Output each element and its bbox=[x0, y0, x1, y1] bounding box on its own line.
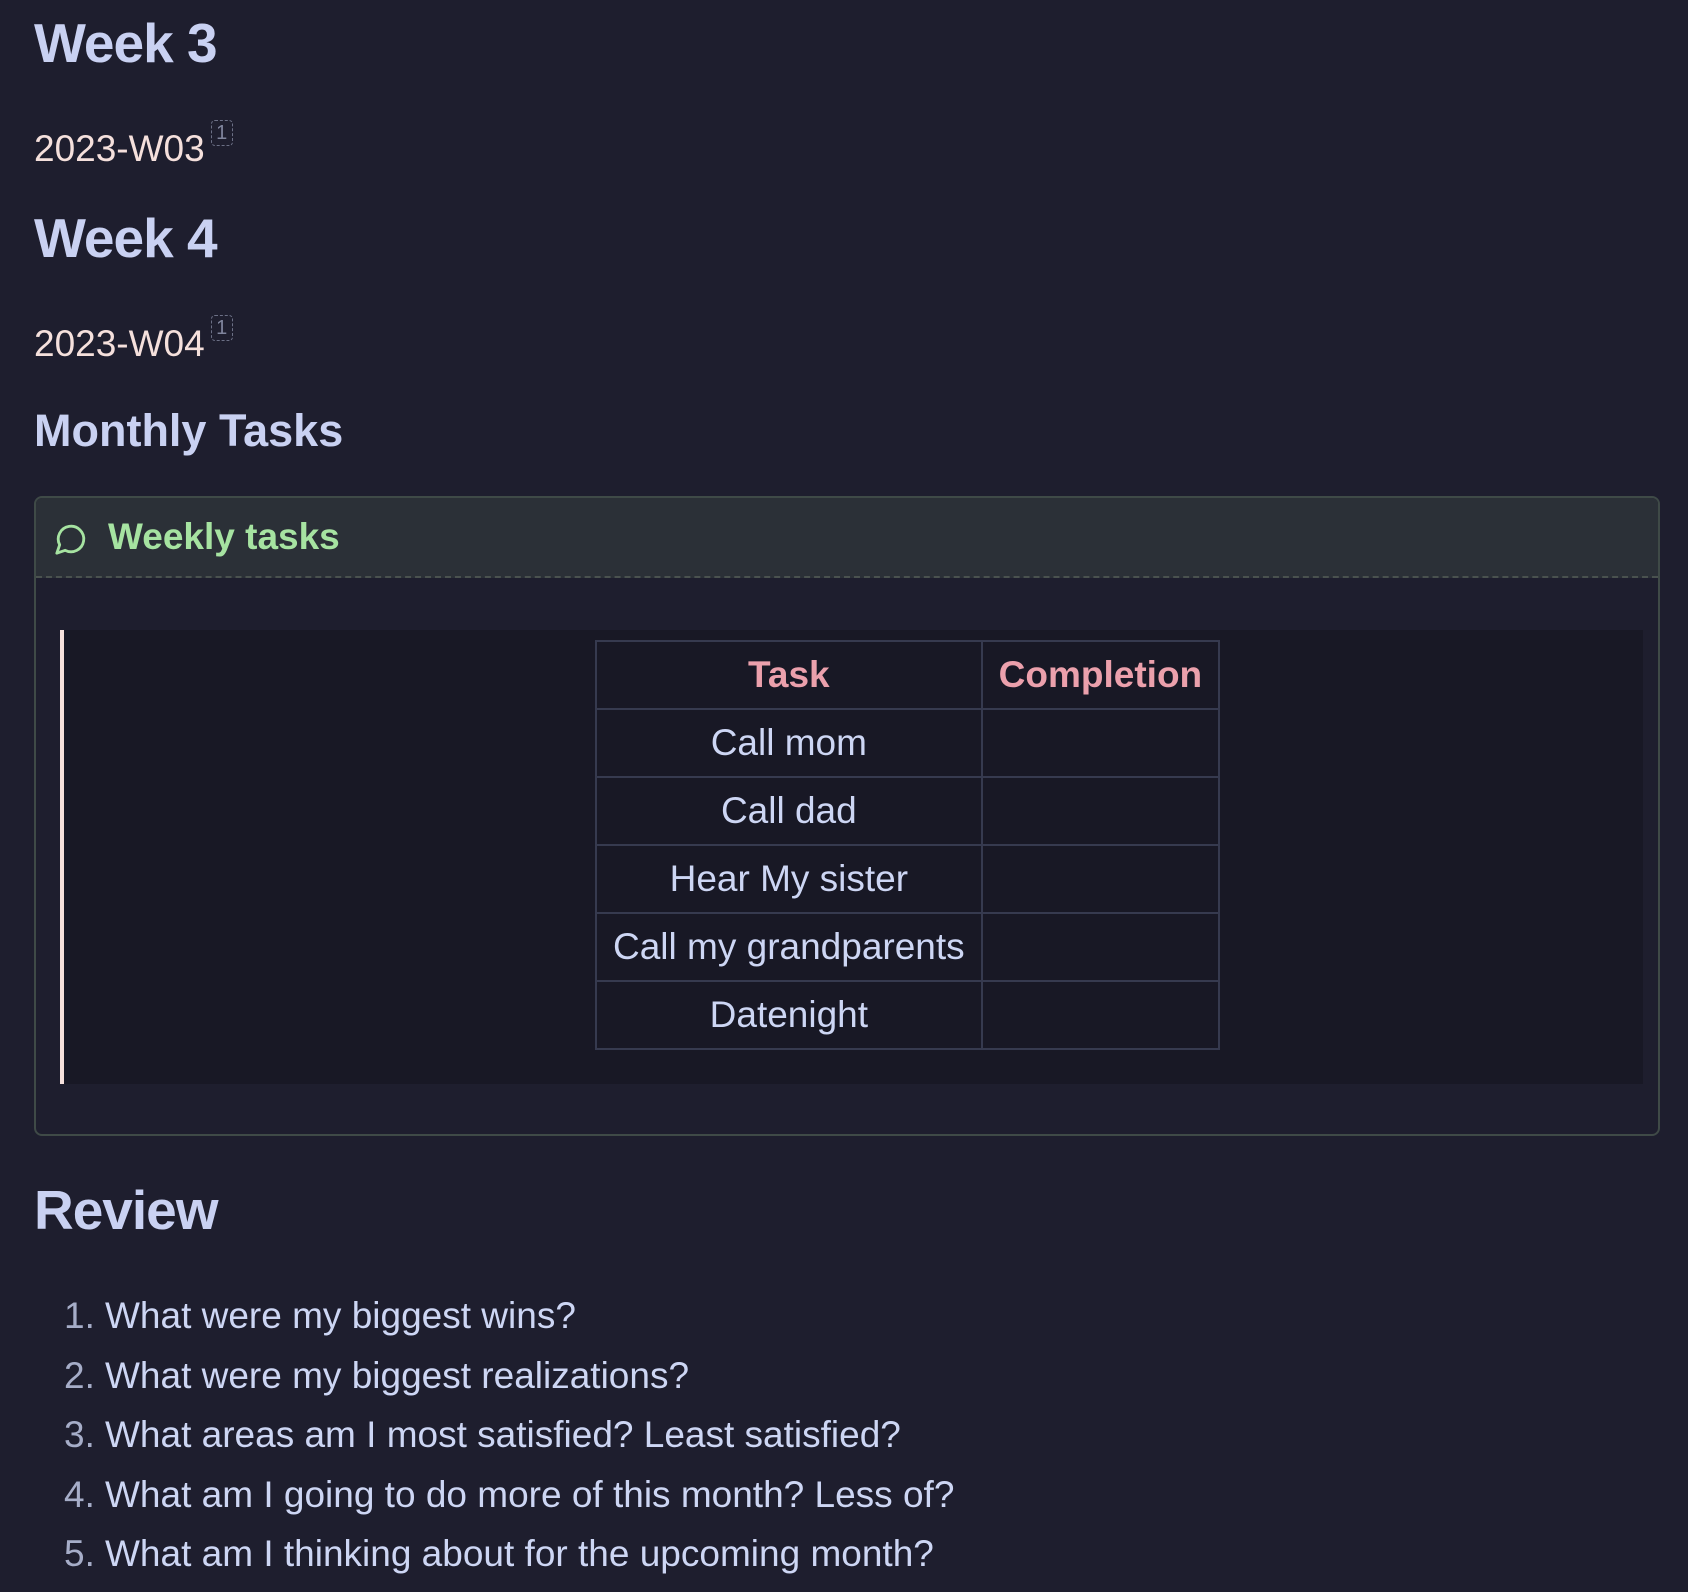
week-4-link[interactable]: 2023-W04 bbox=[34, 323, 205, 364]
table-row: Call dad bbox=[595, 776, 1221, 846]
weekly-tasks-callout: Weekly tasks Task Completion Call mom Ca… bbox=[34, 496, 1660, 1136]
list-number: 2. bbox=[64, 1354, 95, 1396]
callout-header[interactable]: Weekly tasks bbox=[36, 498, 1658, 578]
table-row: Call my grandparents bbox=[595, 912, 1221, 982]
table-header-cell: Completion bbox=[980, 640, 1221, 710]
heading-week-3: Week 3 bbox=[34, 12, 218, 74]
list-number: 5. bbox=[64, 1533, 95, 1574]
heading-review: Review bbox=[34, 1179, 219, 1241]
list-item-text: What am I thinking about for the upcomin… bbox=[105, 1533, 934, 1574]
completion-cell bbox=[980, 980, 1221, 1050]
list-item: 4. What am I going to do more of this mon… bbox=[64, 1465, 954, 1525]
week-3-link[interactable]: 2023-W03 bbox=[34, 128, 205, 169]
list-item: 2. What were my biggest realizations? bbox=[64, 1346, 954, 1406]
task-cell: Call dad bbox=[595, 776, 983, 846]
footnote-ref[interactable]: 1 bbox=[210, 315, 233, 341]
heading-monthly-tasks: Monthly Tasks bbox=[34, 405, 344, 456]
callout-title: Weekly tasks bbox=[108, 516, 340, 557]
table-header-row: Task Completion bbox=[595, 640, 1221, 710]
task-cell: Datenight bbox=[595, 980, 983, 1050]
week-3-link-row: 2023-W03 1 bbox=[34, 120, 233, 167]
footnote-ref[interactable]: 1 bbox=[210, 120, 233, 146]
review-questions-list: 1. What were my biggest wins? 2. What were… bbox=[64, 1286, 954, 1584]
heading-week-4: Week 4 bbox=[34, 207, 218, 269]
completion-cell bbox=[980, 776, 1221, 846]
task-cell: Call my grandparents bbox=[595, 912, 983, 982]
week-4-link-row: 2023-W04 1 bbox=[34, 315, 233, 362]
table-row: Hear My sister bbox=[595, 844, 1221, 914]
blockquote: Task Completion Call mom Call dad Hear M… bbox=[60, 630, 1643, 1084]
list-number: 3. bbox=[64, 1414, 95, 1455]
list-item-text: What areas am I most satisfied? Least sa… bbox=[105, 1414, 901, 1455]
list-item: 5. What am I thinking about for the upcom… bbox=[64, 1524, 954, 1584]
completion-cell bbox=[980, 912, 1221, 982]
list-item: 3. What areas am I most satisfied? Least … bbox=[64, 1405, 954, 1465]
speech-bubble-icon bbox=[55, 524, 86, 555]
weekly-tasks-table: Task Completion Call mom Call dad Hear M… bbox=[595, 640, 1221, 1050]
completion-cell bbox=[980, 708, 1221, 778]
list-item-text: What am I going to do more of this month… bbox=[105, 1473, 955, 1515]
list-item-text: What were my biggest wins? bbox=[105, 1295, 576, 1336]
list-item-text: What were my biggest realizations? bbox=[105, 1354, 690, 1396]
list-item: 1. What were my biggest wins? bbox=[64, 1286, 954, 1346]
list-number: 4. bbox=[64, 1473, 95, 1515]
list-number: 1. bbox=[64, 1295, 95, 1336]
table-header-cell: Task bbox=[595, 640, 983, 710]
table-row: Datenight bbox=[595, 980, 1221, 1050]
task-cell: Call mom bbox=[595, 708, 983, 778]
table-row: Call mom bbox=[595, 708, 1221, 778]
completion-cell bbox=[980, 844, 1221, 914]
task-cell: Hear My sister bbox=[595, 844, 983, 914]
